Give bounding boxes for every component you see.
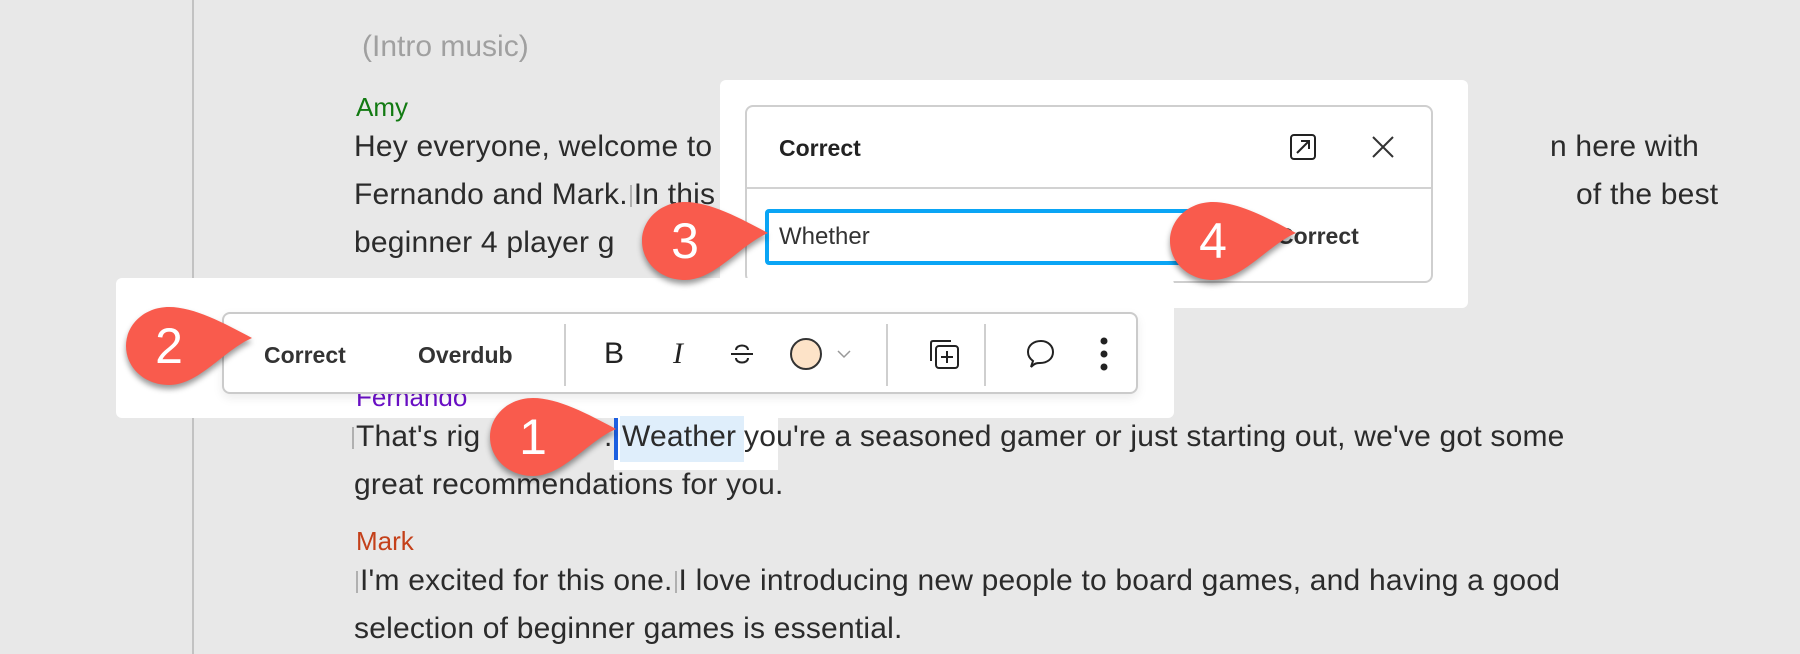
toolbar-divider: [564, 324, 566, 386]
duplicate-add-icon[interactable]: [924, 334, 964, 374]
intro-music-label: (Intro music): [362, 30, 529, 63]
formatting-toolbar: Correct Overdub B I: [222, 312, 1138, 394]
sentence-marker: [629, 185, 632, 208]
callout-4: 4: [1168, 200, 1318, 290]
chevron-down-icon[interactable]: [832, 334, 856, 374]
mark-line-1-a: I'm excited for this one.: [360, 564, 673, 597]
toolbar-divider: [984, 324, 986, 386]
sentence-marker: [674, 571, 677, 594]
dialog-header: Correct: [747, 107, 1431, 189]
speaker-amy: Amy: [356, 92, 408, 122]
color-swatch[interactable]: [786, 334, 826, 374]
callout-number: 1: [519, 409, 547, 465]
amy-line-2-text: Fernando and Mark.: [354, 178, 628, 211]
callout-1: 1: [488, 396, 638, 486]
close-icon[interactable]: [1367, 131, 1399, 163]
selected-word[interactable]: Weather: [622, 420, 736, 454]
open-external-icon[interactable]: [1287, 131, 1319, 163]
toolbar-overdub-button[interactable]: Overdub: [418, 342, 513, 369]
bold-icon[interactable]: B: [594, 334, 634, 374]
correct-dialog: Correct Correct: [745, 105, 1433, 283]
toolbar-divider: [886, 324, 888, 386]
more-vertical-icon[interactable]: [1084, 334, 1124, 374]
mark-line-1[interactable]: I'm excited for this one. I love introduc…: [354, 564, 1560, 598]
callout-number: 2: [155, 318, 183, 374]
speaker-mark: Mark: [356, 526, 414, 556]
fernando-line-1-cont[interactable]: you're a seasoned gamer or just starting…: [744, 420, 1565, 454]
bold-glyph: B: [603, 337, 624, 370]
amy-line-2-end[interactable]: of the best: [1576, 178, 1718, 212]
comment-icon[interactable]: [1020, 334, 1060, 374]
amy-line-1[interactable]: Hey everyone, welcome to: [354, 130, 712, 164]
amy-line-1-end[interactable]: n here with: [1550, 130, 1699, 164]
callout-3: 3: [640, 200, 790, 290]
sentence-marker: [352, 427, 354, 450]
callout-number: 4: [1199, 213, 1227, 269]
italic-glyph: I: [673, 337, 683, 370]
fernando-line-1[interactable]: That's rig: [350, 420, 480, 454]
dialog-title: Correct: [779, 135, 861, 161]
strikethrough-icon[interactable]: [722, 334, 762, 374]
fernando-line-1-text: That's rig: [356, 420, 481, 453]
sentence-marker: [356, 571, 358, 594]
mark-line-2[interactable]: selection of beginner games is essential…: [354, 612, 903, 646]
toolbar-correct-button[interactable]: Correct: [264, 342, 346, 369]
mark-line-1-b: I love introducing new people to board g…: [678, 564, 1561, 597]
callout-number: 3: [671, 213, 699, 269]
italic-icon[interactable]: I: [658, 334, 698, 374]
amy-line-3[interactable]: beginner 4 player g: [354, 226, 615, 260]
callout-2: 2: [124, 305, 274, 395]
